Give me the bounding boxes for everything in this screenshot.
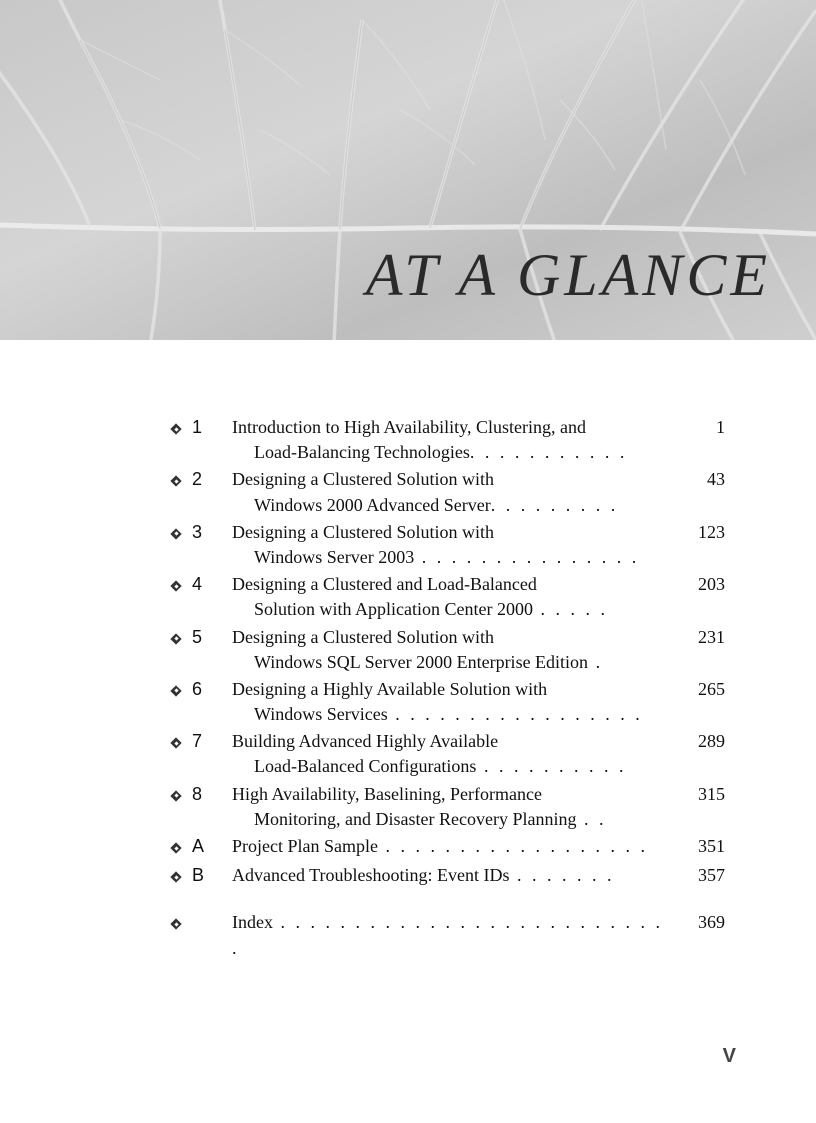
toc-entry-title: Index . . . . . . . . . . . . . . . . . … [232, 910, 679, 960]
toc-entry-title: Designing a Clustered and Load-Balanced S… [232, 572, 679, 622]
toc-leader-dots: . . . . . . . . . . . . . . . . . [388, 704, 643, 724]
toc-page-number: 43 [679, 467, 725, 492]
toc-entry-line1: Introduction to High Availability, Clust… [232, 417, 586, 437]
toc-entry-line1: Designing a Clustered and Load-Balanced [232, 574, 537, 594]
diamond-bullet-icon [170, 572, 192, 599]
toc-entry-title: Advanced Troubleshooting: Event IDs . . … [232, 863, 679, 888]
diamond-bullet-icon [170, 625, 192, 652]
toc-entry-line1: Project Plan Sample [232, 836, 378, 856]
toc-leader-dots: . . . . . [533, 599, 608, 619]
toc-page-number: 357 [679, 863, 725, 888]
toc-chapter-number: 1 [192, 415, 232, 440]
toc-page-number: 1 [679, 415, 725, 440]
diamond-bullet-icon [170, 782, 192, 809]
toc-entry-line1: Index [232, 912, 273, 932]
toc-page-number: 289 [679, 729, 725, 754]
toc-page-number: 231 [679, 625, 725, 650]
toc-entry-line1: Designing a Clustered Solution with [232, 469, 494, 489]
toc-chapter-number: 7 [192, 729, 232, 754]
toc-entry: AProject Plan Sample . . . . . . . . . .… [170, 834, 725, 861]
toc-entry-title: Introduction to High Availability, Clust… [232, 415, 679, 465]
diamond-bullet-icon [170, 415, 192, 442]
toc-leader-dots: . . . . . . . . . . [476, 756, 626, 776]
diamond-bullet-icon [170, 910, 192, 937]
toc-entry: 5Designing a Clustered Solution with Wind… [170, 625, 725, 675]
toc-leader-dots: . . . . . . . . . . . . . . . . . . [378, 836, 648, 856]
toc-entry-line2: Windows Services [254, 704, 388, 724]
toc-leader-dots: . . . . . . . [509, 865, 614, 885]
toc-entry: 2Designing a Clustered Solution with Wind… [170, 467, 725, 517]
toc-chapter-number: 4 [192, 572, 232, 597]
toc-chapter-number: 5 [192, 625, 232, 650]
toc-entry-line1: Designing a Highly Available Solution wi… [232, 679, 547, 699]
toc-entry-title: Designing a Clustered Solution with Windo… [232, 520, 679, 570]
toc-entry-title: High Availability, Baselining, Performan… [232, 782, 679, 832]
toc-entry-line1: Designing a Clustered Solution with [232, 627, 494, 647]
diamond-bullet-icon [170, 863, 192, 890]
toc-page-number: 315 [679, 782, 725, 807]
toc-entry-line2: Windows Server 2003 [254, 547, 414, 567]
diamond-bullet-icon [170, 834, 192, 861]
toc-entry-line1: High Availability, Baselining, Performan… [232, 784, 542, 804]
toc-entry-line1: Building Advanced Highly Available [232, 731, 498, 751]
toc-leader-dots: . [588, 652, 603, 672]
toc-entry: 7Building Advanced Highly Available Load-… [170, 729, 725, 779]
toc-entry-title: Designing a Clustered Solution with Windo… [232, 625, 679, 675]
toc-chapter-number: 8 [192, 782, 232, 807]
page-number: V [723, 1045, 736, 1068]
toc-page-number: 123 [679, 520, 725, 545]
toc-leader-dots: . . [576, 809, 606, 829]
toc-entry-line2: Solution with Application Center 2000 [254, 599, 533, 619]
toc-entry: 6Designing a Highly Available Solution w… [170, 677, 725, 727]
diamond-bullet-icon [170, 729, 192, 756]
toc-entry-title: Project Plan Sample . . . . . . . . . . … [232, 834, 679, 859]
toc-leader-dots: . . . . . . . . . . . [470, 442, 628, 462]
toc-chapter-number: 2 [192, 467, 232, 492]
toc-entry: 3Designing a Clustered Solution with Wind… [170, 520, 725, 570]
toc-chapter-number: 6 [192, 677, 232, 702]
toc-entry-line2: Load-Balanced Configurations [254, 756, 476, 776]
diamond-bullet-icon [170, 467, 192, 494]
toc-page-number: 369 [679, 910, 725, 935]
toc-leader-dots: . . . . . . . . . . . . . . . . . . . . … [232, 912, 663, 957]
toc-entry-line2: Load-Balancing Technologies [254, 442, 470, 462]
toc-chapter-number: A [192, 834, 232, 859]
banner-image: AT A GLANCE [0, 0, 816, 340]
toc-entry: Index . . . . . . . . . . . . . . . . . … [170, 910, 725, 960]
toc-entry-title: Designing a Highly Available Solution wi… [232, 677, 679, 727]
toc-chapter-number: B [192, 863, 232, 888]
toc-entry-line1: Designing a Clustered Solution with [232, 522, 494, 542]
toc-entry-line2: Windows SQL Server 2000 Enterprise Editi… [254, 652, 588, 672]
toc-entry-title: Building Advanced Highly Available Load-B… [232, 729, 679, 779]
page-title: AT A GLANCE [366, 241, 771, 310]
toc-chapter-number: 3 [192, 520, 232, 545]
toc-entry: 8High Availability, Baselining, Performa… [170, 782, 725, 832]
toc-leader-dots: . . . . . . . . . . . . . . . [414, 547, 639, 567]
diamond-bullet-icon [170, 520, 192, 547]
diamond-bullet-icon [170, 677, 192, 704]
toc-entry-title: Designing a Clustered Solution with Windo… [232, 467, 679, 517]
toc-entry-line2: Monitoring, and Disaster Recovery Planni… [254, 809, 576, 829]
toc-entry: BAdvanced Troubleshooting: Event IDs . .… [170, 863, 725, 890]
toc-page-number: 351 [679, 834, 725, 859]
toc-entry: 4Designing a Clustered and Load-Balanced… [170, 572, 725, 622]
toc-leader-dots: . . . . . . . . . [491, 495, 619, 515]
toc-page-number: 203 [679, 572, 725, 597]
toc-entry-line1: Advanced Troubleshooting: Event IDs [232, 865, 509, 885]
toc-entry: 1Introduction to High Availability, Clus… [170, 415, 725, 465]
table-of-contents: 1Introduction to High Availability, Clus… [170, 415, 725, 961]
toc-page-number: 265 [679, 677, 725, 702]
toc-entry-line2: Windows 2000 Advanced Server [254, 495, 491, 515]
